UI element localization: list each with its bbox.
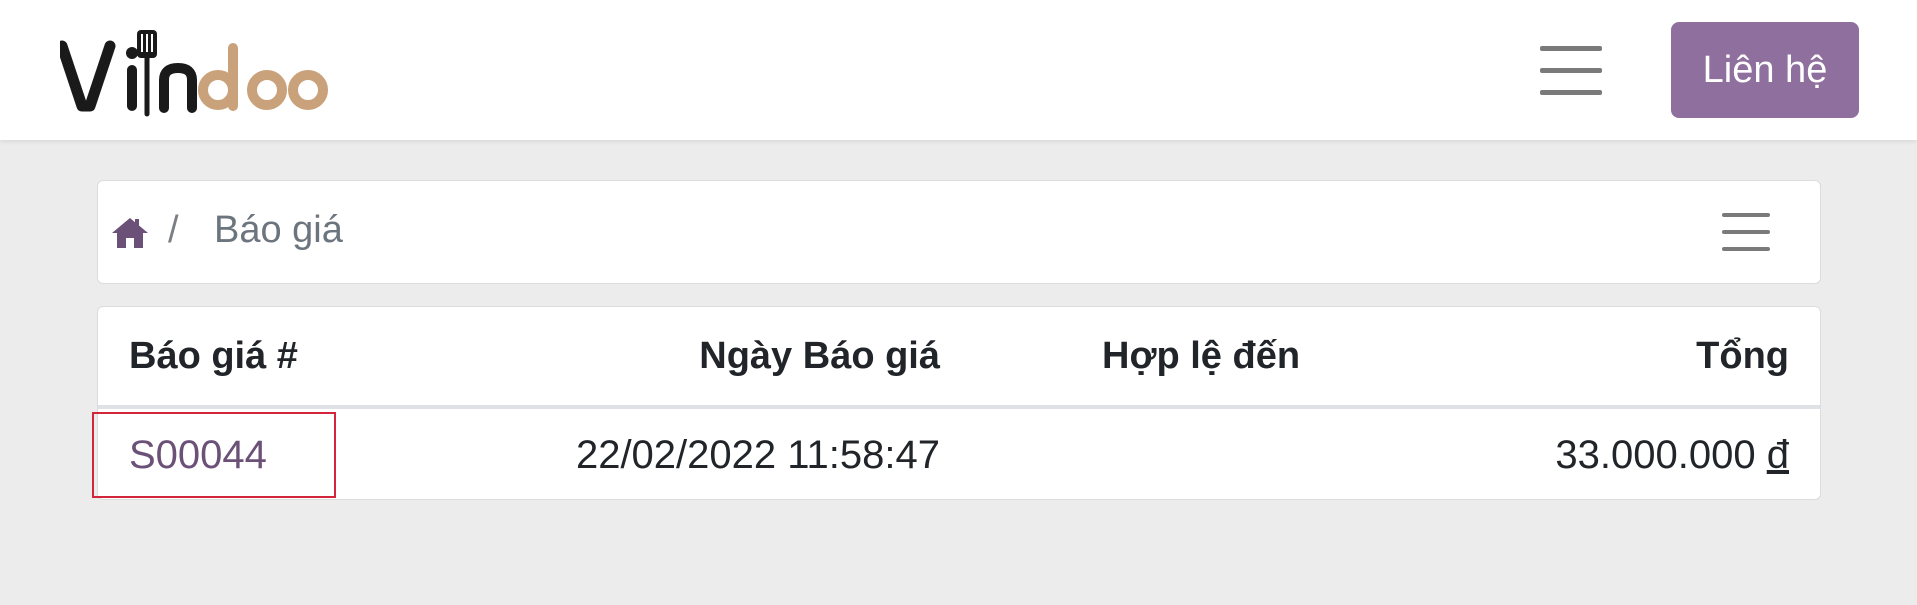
table-row[interactable]: S00044 22/02/2022 11:58:47 33.000.000 đ bbox=[98, 413, 1820, 499]
hamburger-icon[interactable] bbox=[1540, 46, 1604, 95]
top-navbar: Liên hệ bbox=[0, 0, 1917, 140]
quotations-table: Báo giá # Ngày Báo giá Hợp lệ đến Tổng S… bbox=[97, 306, 1821, 500]
total-amount: 33.000.000 bbox=[1555, 433, 1756, 477]
column-header-number[interactable]: Báo giá # bbox=[129, 335, 298, 378]
table-header: Báo giá # Ngày Báo giá Hợp lệ đến Tổng bbox=[98, 307, 1820, 409]
column-header-valid-until[interactable]: Hợp lệ đến bbox=[1102, 335, 1300, 378]
breadcrumb-current: Báo giá bbox=[214, 209, 343, 251]
quotation-total: 33.000.000 đ bbox=[1555, 433, 1789, 478]
contact-button[interactable]: Liên hệ bbox=[1671, 22, 1859, 118]
breadcrumb: / Báo giá bbox=[97, 180, 1821, 284]
quotation-number-link[interactable]: S00044 bbox=[129, 433, 267, 478]
currency-symbol: đ bbox=[1766, 433, 1789, 477]
hamburger-icon[interactable] bbox=[1722, 213, 1772, 253]
viindoo-logo[interactable] bbox=[60, 28, 330, 118]
column-header-date[interactable]: Ngày Báo giá bbox=[699, 335, 940, 378]
home-icon[interactable] bbox=[111, 216, 149, 250]
column-header-total[interactable]: Tổng bbox=[1696, 335, 1789, 378]
breadcrumb-separator: / bbox=[168, 209, 179, 251]
quotation-date: 22/02/2022 11:58:47 bbox=[575, 433, 940, 477]
